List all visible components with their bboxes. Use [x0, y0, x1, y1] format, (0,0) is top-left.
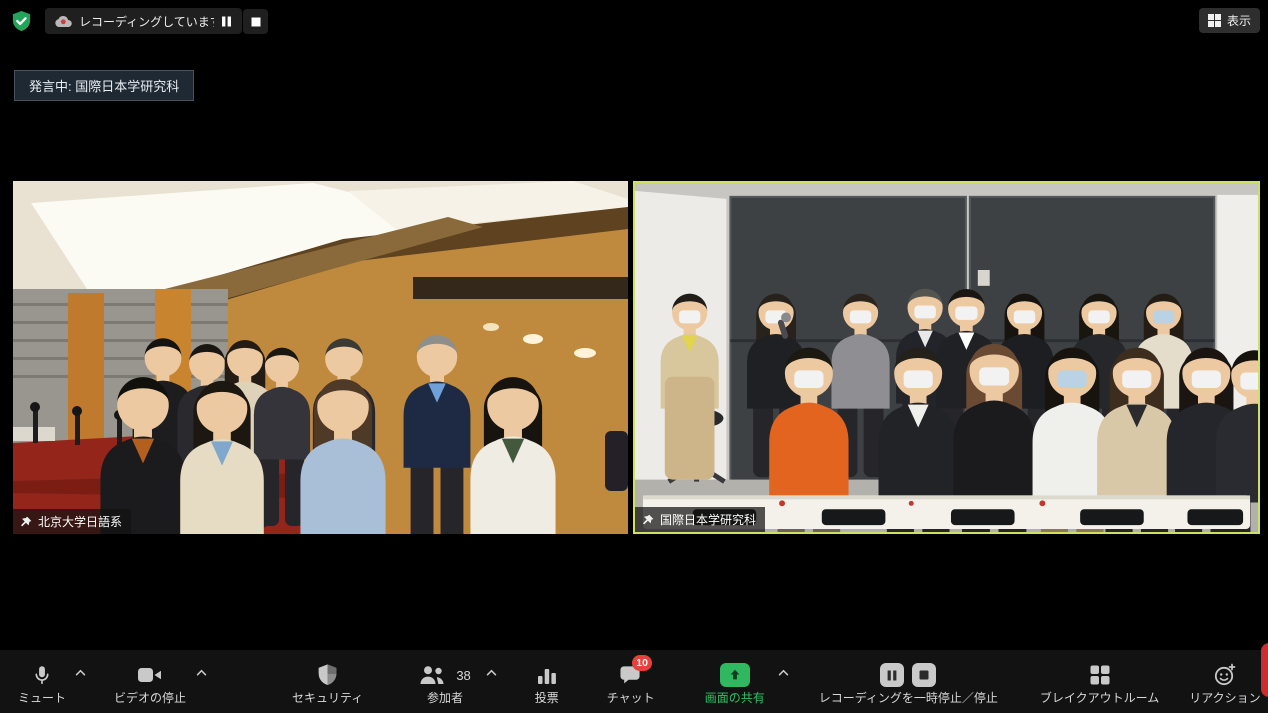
active-speaker-banner: 発言中: 国際日本学研究科	[14, 70, 194, 101]
stop-recording-square-icon[interactable]	[912, 663, 936, 687]
video-camera-icon	[137, 665, 163, 685]
right-video-scene	[635, 183, 1258, 532]
participants-menu-chevron-icon[interactable]	[486, 669, 497, 676]
video-menu-chevron-icon[interactable]	[196, 669, 207, 676]
video-tile-international-japanese-studies[interactable]: 国際日本学研究科	[633, 181, 1260, 534]
breakout-rooms-label: ブレイクアウトルーム	[1040, 689, 1159, 706]
encryption-shield-icon[interactable]	[10, 9, 33, 33]
pause-icon	[221, 16, 232, 27]
video-name-label: 国際日本学研究科	[660, 511, 756, 528]
active-speaker-text: 発言中: 国際日本学研究科	[29, 76, 179, 95]
video-name-tag: 北京大学日語系	[13, 509, 131, 534]
video-name-tag: 国際日本学研究科	[635, 507, 765, 532]
security-label: セキュリティ	[292, 689, 363, 706]
mute-button[interactable]: ミュート	[18, 659, 66, 713]
pause-recording-button[interactable]	[214, 9, 239, 34]
pause-recording-icon[interactable]	[880, 663, 904, 687]
mute-label: ミュート	[18, 689, 66, 706]
recording-indicator: レコーディングしています...	[45, 8, 242, 34]
breakout-rooms-icon	[1089, 664, 1111, 686]
security-button[interactable]: セキュリティ	[292, 659, 363, 713]
view-button-label: 表示	[1227, 12, 1251, 29]
video-name-label: 北京大学日語系	[38, 513, 122, 530]
reactions-button[interactable]: リアクション	[1189, 659, 1260, 713]
security-shield-icon	[317, 663, 338, 687]
microphone-icon	[31, 663, 53, 687]
polls-label: 投票	[535, 689, 559, 706]
meeting-toolbar: ミュート ビデオの停止	[0, 650, 1268, 713]
cloud-recording-icon	[55, 15, 72, 28]
stop-video-button[interactable]: ビデオの停止	[114, 659, 186, 713]
participants-label: 参加者	[427, 689, 463, 706]
participants-icon	[419, 664, 446, 686]
zoom-meeting-window: レコーディングしています... 表示 発言中: 国際日本学研究科	[0, 0, 1268, 713]
left-video-scene	[13, 181, 628, 534]
share-screen-icon	[720, 663, 750, 687]
grid-view-icon	[1208, 14, 1221, 27]
mute-menu-chevron-icon[interactable]	[75, 669, 86, 676]
stop-video-label: ビデオの停止	[114, 689, 186, 706]
pause-stop-recording-label: レコーディングを一時停止／停止	[819, 689, 998, 706]
polls-button[interactable]: 投票	[535, 659, 559, 713]
pause-stop-recording-button[interactable]: レコーディングを一時停止／停止	[819, 659, 998, 713]
share-screen-button[interactable]: 画面の共有	[705, 659, 765, 713]
share-menu-chevron-icon[interactable]	[778, 669, 789, 676]
chat-label: チャット	[607, 689, 655, 706]
chat-unread-badge: 10	[632, 655, 652, 671]
chat-button[interactable]: 10 チャット	[607, 659, 655, 713]
poll-chart-icon	[536, 665, 558, 686]
reactions-label: リアクション	[1189, 689, 1260, 706]
participants-button[interactable]: 38 参加者	[419, 659, 470, 713]
pin-icon	[642, 514, 654, 526]
recording-status-text: レコーディングしています...	[79, 13, 232, 30]
breakout-rooms-button[interactable]: ブレイクアウトルーム	[1040, 659, 1159, 713]
stop-icon	[251, 17, 261, 27]
pin-icon	[20, 516, 32, 528]
view-button[interactable]: 表示	[1199, 8, 1260, 33]
reactions-smiley-icon	[1213, 663, 1237, 687]
participants-count: 38	[456, 668, 470, 683]
share-screen-label: 画面の共有	[705, 689, 765, 706]
leave-meeting-button[interactable]: 退出	[1261, 643, 1268, 697]
stop-recording-button[interactable]	[243, 9, 268, 34]
video-tile-peking-university[interactable]: 北京大学日語系	[13, 181, 628, 534]
